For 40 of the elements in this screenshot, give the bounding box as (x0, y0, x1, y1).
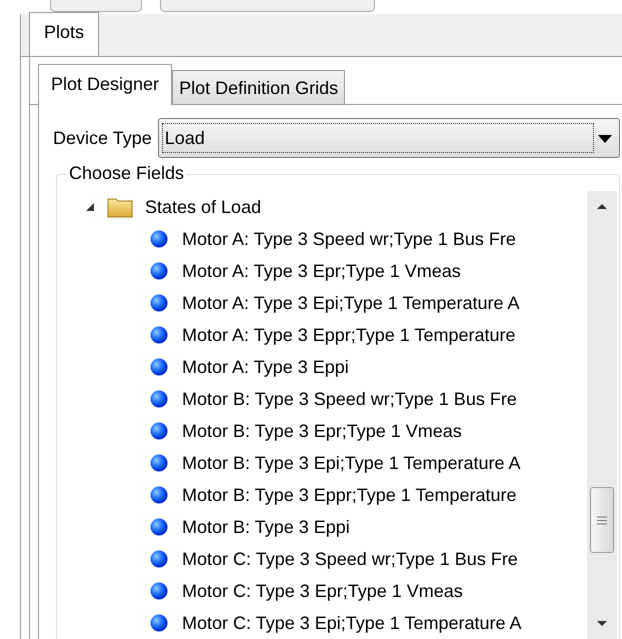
bullet-icon (149, 453, 169, 473)
tab[interactable]: Plot Designer (38, 64, 172, 105)
tree-item[interactable]: States of Load (145, 194, 262, 220)
tree-item[interactable]: Motor A: Type 3 Eppr;Type 1 Temperature (182, 322, 516, 348)
toolbar-button[interactable] (160, 0, 375, 12)
bullet-icon (149, 517, 169, 537)
bullet-icon (149, 549, 169, 569)
tree-item[interactable]: Motor B: Type 3 Eppi (182, 514, 350, 540)
bullet-icon (149, 389, 169, 409)
bullet-icon (149, 261, 169, 281)
bullet-icon (149, 293, 169, 313)
tree-item[interactable]: Motor A: Type 3 Epi;Type 1 Temperature A (182, 290, 520, 316)
scroll-thumb[interactable] (590, 487, 614, 553)
device-type-dropdown[interactable]: Load (158, 118, 620, 158)
tab[interactable]: Plot Definition Grids (172, 70, 346, 104)
bullet-icon (149, 613, 169, 633)
tree-item[interactable]: Motor B: Type 3 Eppr;Type 1 Temperature (182, 482, 517, 508)
toolbar-button[interactable] (50, 0, 142, 12)
tab[interactable]: Plots (29, 12, 100, 56)
bullet-icon (149, 357, 169, 377)
tree-item[interactable]: Motor A: Type 3 Eppi (182, 354, 349, 380)
tree-item[interactable]: Motor A: Type 3 Epr;Type 1 Vmeas (182, 258, 461, 284)
tree-item[interactable]: Motor C: Type 3 Speed wr;Type 1 Bus Fre (182, 546, 518, 572)
collapse-toggle-icon[interactable] (84, 201, 96, 213)
folder-icon (107, 196, 133, 218)
tree-item[interactable]: Motor A: Type 3 Speed wr;Type 1 Bus Fre (182, 226, 516, 252)
tree-item[interactable]: Motor B: Type 3 Epr;Type 1 Vmeas (182, 418, 462, 444)
tree-item[interactable]: Motor B: Type 3 Speed wr;Type 1 Bus Fre (182, 386, 517, 412)
device-type-label: Device Type (53, 126, 152, 150)
bullet-icon (149, 421, 169, 441)
bullet-icon (149, 325, 169, 345)
scroll-up-icon[interactable] (596, 202, 608, 210)
bullet-icon (149, 485, 169, 505)
scrollbar[interactable] (587, 191, 617, 639)
tree-item[interactable]: Motor C: Type 3 Epi;Type 1 Temperature A (182, 610, 522, 636)
tree-item[interactable]: Motor B: Type 3 Epi;Type 1 Temperature A (182, 450, 521, 476)
scroll-down-icon[interactable] (596, 620, 608, 628)
tree-item[interactable]: Motor C: Type 3 Epr;Type 1 Vmeas (182, 578, 463, 604)
bullet-icon (149, 581, 169, 601)
bullet-icon (149, 229, 169, 249)
